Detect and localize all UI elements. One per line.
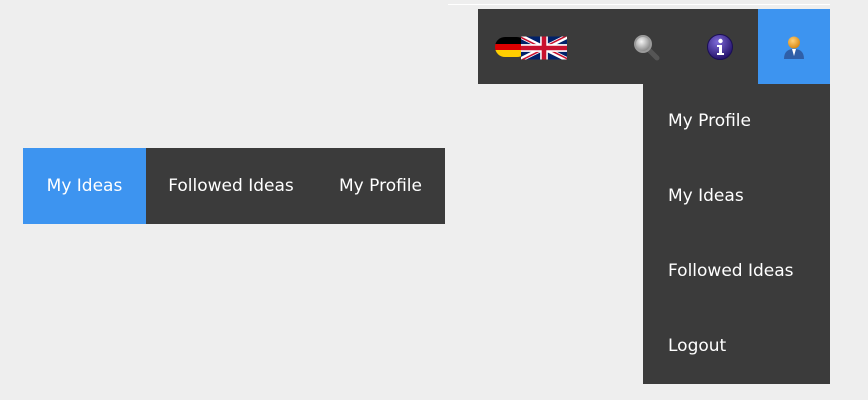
menu-item-my-profile[interactable]: My Profile: [643, 84, 830, 159]
user-icon: [784, 36, 804, 59]
tab-my-profile[interactable]: My Profile: [316, 148, 445, 224]
info-icon: [707, 33, 733, 60]
menu-item-my-ideas[interactable]: My Ideas: [643, 159, 830, 234]
header-bar: [478, 9, 830, 84]
info-button[interactable]: [690, 9, 750, 84]
uk-flag-icon[interactable]: [521, 33, 567, 63]
ideas-tab-bar: My Ideas Followed Ideas My Profile: [23, 148, 445, 224]
user-menu-button[interactable]: [758, 9, 830, 84]
language-switcher[interactable]: [495, 33, 567, 63]
tab-followed-ideas[interactable]: Followed Ideas: [146, 148, 316, 224]
tab-my-ideas[interactable]: My Ideas: [23, 148, 146, 224]
search-icon: [634, 34, 660, 60]
menu-item-followed-ideas[interactable]: Followed Ideas: [643, 234, 830, 309]
search-button[interactable]: [616, 9, 676, 84]
user-dropdown-menu: My Profile My Ideas Followed Ideas Logou…: [643, 84, 830, 384]
menu-item-logout[interactable]: Logout: [643, 309, 830, 384]
top-divider: [448, 4, 830, 5]
